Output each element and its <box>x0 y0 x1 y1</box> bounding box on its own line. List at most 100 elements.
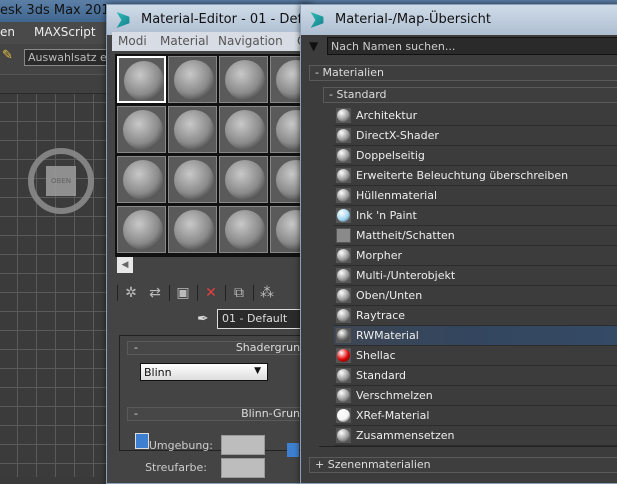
lock-icon[interactable] <box>287 443 299 457</box>
eyedropper-icon[interactable]: ✒ <box>197 311 213 329</box>
material-sphere-preview <box>174 60 214 100</box>
material-sphere-icon <box>336 408 351 423</box>
chevron-down-icon: ▼ <box>254 366 261 376</box>
material-type-label: Mattheit/Schatten <box>356 229 455 242</box>
material-sphere-icon <box>336 248 351 263</box>
material-sphere-icon <box>336 428 351 443</box>
sample-slot[interactable] <box>168 206 217 253</box>
material-type-label: Hüllenmaterial <box>356 189 438 202</box>
group-scene-materials[interactable]: + Szenenmaterialien <box>309 457 617 473</box>
edit-named-selection-icon[interactable]: ✎ <box>2 48 13 63</box>
copy-material-icon[interactable]: ⧉ <box>229 283 249 303</box>
material-sphere-icon <box>336 288 351 303</box>
group-standard[interactable]: - Standard <box>323 87 617 103</box>
get-material-icon[interactable]: ✲ <box>121 283 141 303</box>
diffuse-label: Streufarbe: <box>145 461 207 474</box>
viewcube-top-face[interactable]: OBEN <box>46 166 76 196</box>
menu-material[interactable]: Material <box>160 34 209 48</box>
viewcube[interactable]: OBEN <box>28 148 94 214</box>
reset-icon[interactable]: ✕ <box>201 283 221 303</box>
sample-slot[interactable] <box>117 106 166 153</box>
scroll-left-button[interactable]: ◀ <box>117 257 133 273</box>
material-editor-toolbar: ✲ ⇄ ▣ ✕ ⧉ ⁂ <box>117 283 313 305</box>
rollout-blinn-basic[interactable]: - Blinn-Grundp <box>127 407 317 421</box>
material-sphere-icon <box>336 188 351 203</box>
group-materials[interactable]: - Materialien <box>309 65 617 81</box>
material-type-label: Erweiterte Beleuchtung überschreiben <box>356 169 569 182</box>
material-sphere-preview <box>124 61 164 101</box>
material-sphere-preview <box>174 160 214 200</box>
material-type-item[interactable]: Verschmelzen <box>334 386 617 406</box>
sample-slots <box>115 54 319 257</box>
material-type-item[interactable]: Mattheit/Schatten <box>334 226 617 246</box>
material-sphere-preview <box>123 210 163 250</box>
search-by-name-input[interactable]: Nach Namen suchen... <box>327 37 617 55</box>
material-sphere-preview <box>174 210 214 250</box>
material-type-label: Standard <box>356 369 407 382</box>
viewport-header <box>0 74 110 94</box>
sample-slot[interactable] <box>168 56 217 103</box>
sample-slot[interactable] <box>117 206 166 253</box>
material-type-item[interactable]: Erweiterte Beleuchtung überschreiben <box>334 166 617 186</box>
material-type-label: Multi-/Unterobjekt <box>356 269 456 282</box>
material-sphere-icon <box>336 368 351 383</box>
material-type-item[interactable]: Hüllenmaterial <box>334 186 617 206</box>
menu-item[interactable]: en <box>0 25 15 39</box>
browser-options-icon[interactable]: ▼ <box>309 39 318 53</box>
diffuse-color-swatch[interactable] <box>221 458 265 478</box>
material-editor-window: Material-Editor - 01 - Default Modi Mate… <box>106 4 319 484</box>
material-sphere-icon <box>336 148 351 163</box>
material-type-label: Architektur <box>356 109 418 122</box>
material-type-label: Verschmelzen <box>356 389 433 402</box>
sample-slot[interactable] <box>117 56 166 103</box>
material-sphere-preview <box>225 210 265 250</box>
material-type-label: Ink 'n Paint <box>356 209 417 222</box>
material-type-item[interactable]: RWMaterial <box>334 326 617 346</box>
material-type-label: DirectX-Shader <box>356 129 439 142</box>
material-type-item[interactable]: Standard <box>334 366 617 386</box>
make-unique-icon[interactable]: ⁂ <box>257 283 277 303</box>
material-type-item[interactable]: Raytrace <box>334 306 617 326</box>
rollout-shader-basic[interactable]: - Shadergrundp <box>127 341 317 355</box>
material-type-item[interactable]: Ink 'n Paint <box>334 206 617 226</box>
shader-type-dropdown[interactable]: Blinn ▼ <box>140 363 268 381</box>
material-type-item[interactable]: Oben/Unten <box>334 286 617 306</box>
material-sphere-icon <box>336 268 351 283</box>
material-sphere-preview <box>174 110 214 150</box>
sample-slot[interactable] <box>219 206 268 253</box>
assign-to-selection-icon[interactable]: ▣ <box>173 283 193 303</box>
sample-slot[interactable] <box>219 156 268 203</box>
sample-slot[interactable] <box>117 156 166 203</box>
material-type-label: Zusammensetzen <box>356 429 455 442</box>
material-type-item[interactable]: Multi-/Unterobjekt <box>334 266 617 286</box>
material-type-label: Morpher <box>356 249 402 262</box>
material-sphere-icon <box>336 208 351 223</box>
material-type-item[interactable]: DirectX-Shader <box>334 126 617 146</box>
material-map-browser-window: Material-/Map-Übersicht ▼ Nach Namen suc… <box>300 4 617 484</box>
material-type-item[interactable]: Morpher <box>334 246 617 266</box>
menu-navigation[interactable]: Navigation <box>218 34 283 48</box>
app-title: esk 3ds Max 2015 <box>0 3 118 18</box>
sample-slot[interactable] <box>219 56 268 103</box>
material-type-label: Doppelseitig <box>356 149 425 162</box>
material-sphere-icon <box>336 348 351 363</box>
material-sphere-icon <box>336 108 351 123</box>
window-title: Material-/Map-Übersicht <box>335 12 491 27</box>
menu-maxscript[interactable]: MAXScript <box>34 25 96 39</box>
put-to-scene-icon[interactable]: ⇄ <box>145 283 165 303</box>
ambient-color-swatch[interactable] <box>221 435 265 455</box>
material-type-item[interactable]: Shellac <box>334 346 617 366</box>
browser-title-bar[interactable]: Material-/Map-Übersicht <box>301 5 617 35</box>
selection-set-input[interactable]: Auswahlsatz ers <box>24 49 114 66</box>
menu-modi[interactable]: Modi <box>118 34 147 48</box>
material-type-item[interactable]: Doppelseitig <box>334 146 617 166</box>
material-editor-title-bar[interactable]: Material-Editor - 01 - Default <box>107 5 311 35</box>
sample-slot[interactable] <box>168 106 217 153</box>
material-sphere-preview <box>123 160 163 200</box>
material-type-item[interactable]: XRef-Material <box>334 406 617 426</box>
material-type-label: RWMaterial <box>356 329 419 342</box>
sample-slot[interactable] <box>219 106 268 153</box>
material-type-item[interactable]: Zusammensetzen <box>334 426 617 446</box>
material-type-item[interactable]: Architektur <box>334 106 617 126</box>
sample-slot[interactable] <box>168 156 217 203</box>
